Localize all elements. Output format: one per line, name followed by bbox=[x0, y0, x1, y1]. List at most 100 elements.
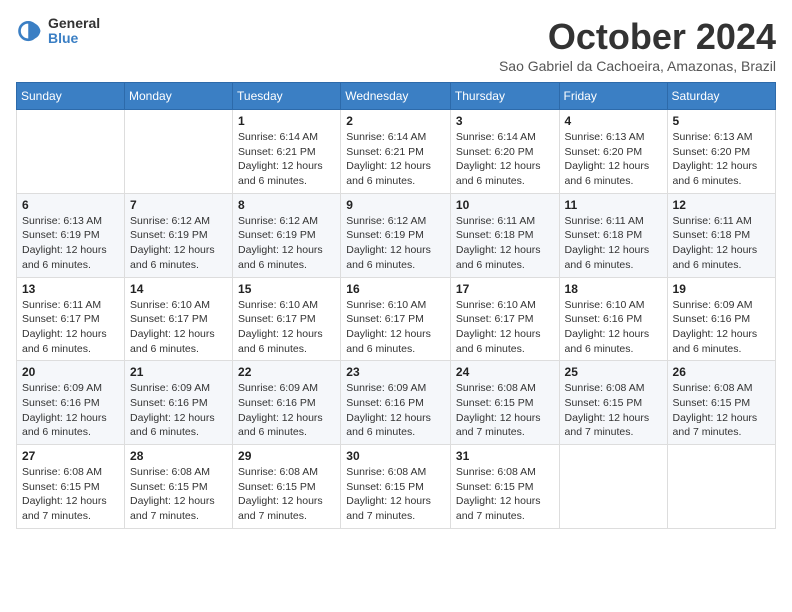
title-month: October 2024 bbox=[499, 16, 776, 58]
calendar-cell: 16 Sunrise: 6:10 AMSunset: 6:17 PMDaylig… bbox=[341, 277, 451, 361]
day-detail: Sunrise: 6:13 AMSunset: 6:20 PMDaylight:… bbox=[673, 130, 770, 189]
day-number: 4 bbox=[565, 114, 662, 128]
day-detail: Sunrise: 6:14 AMSunset: 6:21 PMDaylight:… bbox=[346, 130, 445, 189]
day-detail: Sunrise: 6:11 AMSunset: 6:17 PMDaylight:… bbox=[22, 298, 119, 357]
calendar-cell: 5 Sunrise: 6:13 AMSunset: 6:20 PMDayligh… bbox=[667, 110, 775, 194]
weekday-header: Wednesday bbox=[341, 83, 451, 110]
day-number: 9 bbox=[346, 198, 445, 212]
day-number: 13 bbox=[22, 282, 119, 296]
calendar-cell: 21 Sunrise: 6:09 AMSunset: 6:16 PMDaylig… bbox=[125, 361, 233, 445]
logo-general: General bbox=[48, 16, 100, 31]
day-detail: Sunrise: 6:09 AMSunset: 6:16 PMDaylight:… bbox=[346, 381, 445, 440]
day-number: 5 bbox=[673, 114, 770, 128]
day-number: 14 bbox=[130, 282, 227, 296]
day-detail: Sunrise: 6:08 AMSunset: 6:15 PMDaylight:… bbox=[346, 465, 445, 524]
calendar-cell: 20 Sunrise: 6:09 AMSunset: 6:16 PMDaylig… bbox=[17, 361, 125, 445]
title-block: October 2024 Sao Gabriel da Cachoeira, A… bbox=[499, 16, 776, 74]
day-detail: Sunrise: 6:10 AMSunset: 6:17 PMDaylight:… bbox=[238, 298, 335, 357]
calendar-week-row: 13 Sunrise: 6:11 AMSunset: 6:17 PMDaylig… bbox=[17, 277, 776, 361]
calendar-cell: 29 Sunrise: 6:08 AMSunset: 6:15 PMDaylig… bbox=[233, 445, 341, 529]
calendar-cell: 11 Sunrise: 6:11 AMSunset: 6:18 PMDaylig… bbox=[559, 193, 667, 277]
calendar-cell: 24 Sunrise: 6:08 AMSunset: 6:15 PMDaylig… bbox=[450, 361, 559, 445]
day-detail: Sunrise: 6:10 AMSunset: 6:17 PMDaylight:… bbox=[130, 298, 227, 357]
day-number: 20 bbox=[22, 365, 119, 379]
calendar-cell: 28 Sunrise: 6:08 AMSunset: 6:15 PMDaylig… bbox=[125, 445, 233, 529]
day-number: 1 bbox=[238, 114, 335, 128]
weekday-header: Saturday bbox=[667, 83, 775, 110]
weekday-header: Thursday bbox=[450, 83, 559, 110]
calendar-cell: 9 Sunrise: 6:12 AMSunset: 6:19 PMDayligh… bbox=[341, 193, 451, 277]
calendar-cell: 8 Sunrise: 6:12 AMSunset: 6:19 PMDayligh… bbox=[233, 193, 341, 277]
day-detail: Sunrise: 6:13 AMSunset: 6:19 PMDaylight:… bbox=[22, 214, 119, 273]
calendar-cell bbox=[17, 110, 125, 194]
calendar-cell bbox=[125, 110, 233, 194]
day-detail: Sunrise: 6:08 AMSunset: 6:15 PMDaylight:… bbox=[238, 465, 335, 524]
calendar-cell: 23 Sunrise: 6:09 AMSunset: 6:16 PMDaylig… bbox=[341, 361, 451, 445]
day-number: 26 bbox=[673, 365, 770, 379]
day-number: 22 bbox=[238, 365, 335, 379]
logo-icon bbox=[16, 17, 44, 45]
day-detail: Sunrise: 6:09 AMSunset: 6:16 PMDaylight:… bbox=[673, 298, 770, 357]
logo-text: General Blue bbox=[48, 16, 100, 47]
day-detail: Sunrise: 6:12 AMSunset: 6:19 PMDaylight:… bbox=[346, 214, 445, 273]
weekday-header: Tuesday bbox=[233, 83, 341, 110]
day-number: 25 bbox=[565, 365, 662, 379]
day-detail: Sunrise: 6:14 AMSunset: 6:21 PMDaylight:… bbox=[238, 130, 335, 189]
calendar-cell bbox=[559, 445, 667, 529]
day-detail: Sunrise: 6:13 AMSunset: 6:20 PMDaylight:… bbox=[565, 130, 662, 189]
calendar-table: SundayMondayTuesdayWednesdayThursdayFrid… bbox=[16, 82, 776, 529]
weekday-header-row: SundayMondayTuesdayWednesdayThursdayFrid… bbox=[17, 83, 776, 110]
calendar-cell: 17 Sunrise: 6:10 AMSunset: 6:17 PMDaylig… bbox=[450, 277, 559, 361]
calendar-cell: 18 Sunrise: 6:10 AMSunset: 6:16 PMDaylig… bbox=[559, 277, 667, 361]
calendar-cell: 14 Sunrise: 6:10 AMSunset: 6:17 PMDaylig… bbox=[125, 277, 233, 361]
day-detail: Sunrise: 6:08 AMSunset: 6:15 PMDaylight:… bbox=[673, 381, 770, 440]
calendar-cell: 12 Sunrise: 6:11 AMSunset: 6:18 PMDaylig… bbox=[667, 193, 775, 277]
day-number: 23 bbox=[346, 365, 445, 379]
day-number: 29 bbox=[238, 449, 335, 463]
day-detail: Sunrise: 6:10 AMSunset: 6:16 PMDaylight:… bbox=[565, 298, 662, 357]
calendar-cell: 7 Sunrise: 6:12 AMSunset: 6:19 PMDayligh… bbox=[125, 193, 233, 277]
day-number: 3 bbox=[456, 114, 554, 128]
day-number: 24 bbox=[456, 365, 554, 379]
calendar-cell: 3 Sunrise: 6:14 AMSunset: 6:20 PMDayligh… bbox=[450, 110, 559, 194]
day-detail: Sunrise: 6:08 AMSunset: 6:15 PMDaylight:… bbox=[456, 381, 554, 440]
day-detail: Sunrise: 6:11 AMSunset: 6:18 PMDaylight:… bbox=[565, 214, 662, 273]
calendar-cell: 13 Sunrise: 6:11 AMSunset: 6:17 PMDaylig… bbox=[17, 277, 125, 361]
day-number: 10 bbox=[456, 198, 554, 212]
calendar-cell: 6 Sunrise: 6:13 AMSunset: 6:19 PMDayligh… bbox=[17, 193, 125, 277]
calendar-cell: 22 Sunrise: 6:09 AMSunset: 6:16 PMDaylig… bbox=[233, 361, 341, 445]
day-number: 18 bbox=[565, 282, 662, 296]
calendar-cell: 19 Sunrise: 6:09 AMSunset: 6:16 PMDaylig… bbox=[667, 277, 775, 361]
weekday-header: Monday bbox=[125, 83, 233, 110]
calendar-cell: 4 Sunrise: 6:13 AMSunset: 6:20 PMDayligh… bbox=[559, 110, 667, 194]
day-number: 17 bbox=[456, 282, 554, 296]
day-detail: Sunrise: 6:12 AMSunset: 6:19 PMDaylight:… bbox=[130, 214, 227, 273]
day-detail: Sunrise: 6:08 AMSunset: 6:15 PMDaylight:… bbox=[130, 465, 227, 524]
weekday-header: Sunday bbox=[17, 83, 125, 110]
day-detail: Sunrise: 6:11 AMSunset: 6:18 PMDaylight:… bbox=[673, 214, 770, 273]
calendar-week-row: 20 Sunrise: 6:09 AMSunset: 6:16 PMDaylig… bbox=[17, 361, 776, 445]
day-number: 11 bbox=[565, 198, 662, 212]
day-number: 31 bbox=[456, 449, 554, 463]
logo: General Blue bbox=[16, 16, 100, 47]
day-detail: Sunrise: 6:08 AMSunset: 6:15 PMDaylight:… bbox=[22, 465, 119, 524]
logo-blue: Blue bbox=[48, 31, 100, 46]
calendar-cell: 15 Sunrise: 6:10 AMSunset: 6:17 PMDaylig… bbox=[233, 277, 341, 361]
day-number: 28 bbox=[130, 449, 227, 463]
day-detail: Sunrise: 6:08 AMSunset: 6:15 PMDaylight:… bbox=[456, 465, 554, 524]
calendar-cell: 10 Sunrise: 6:11 AMSunset: 6:18 PMDaylig… bbox=[450, 193, 559, 277]
day-number: 8 bbox=[238, 198, 335, 212]
calendar-cell: 30 Sunrise: 6:08 AMSunset: 6:15 PMDaylig… bbox=[341, 445, 451, 529]
day-number: 6 bbox=[22, 198, 119, 212]
calendar-week-row: 1 Sunrise: 6:14 AMSunset: 6:21 PMDayligh… bbox=[17, 110, 776, 194]
day-number: 27 bbox=[22, 449, 119, 463]
day-number: 16 bbox=[346, 282, 445, 296]
day-detail: Sunrise: 6:09 AMSunset: 6:16 PMDaylight:… bbox=[238, 381, 335, 440]
day-detail: Sunrise: 6:10 AMSunset: 6:17 PMDaylight:… bbox=[456, 298, 554, 357]
day-detail: Sunrise: 6:11 AMSunset: 6:18 PMDaylight:… bbox=[456, 214, 554, 273]
calendar-week-row: 27 Sunrise: 6:08 AMSunset: 6:15 PMDaylig… bbox=[17, 445, 776, 529]
calendar-cell: 26 Sunrise: 6:08 AMSunset: 6:15 PMDaylig… bbox=[667, 361, 775, 445]
day-detail: Sunrise: 6:12 AMSunset: 6:19 PMDaylight:… bbox=[238, 214, 335, 273]
day-number: 19 bbox=[673, 282, 770, 296]
day-number: 2 bbox=[346, 114, 445, 128]
